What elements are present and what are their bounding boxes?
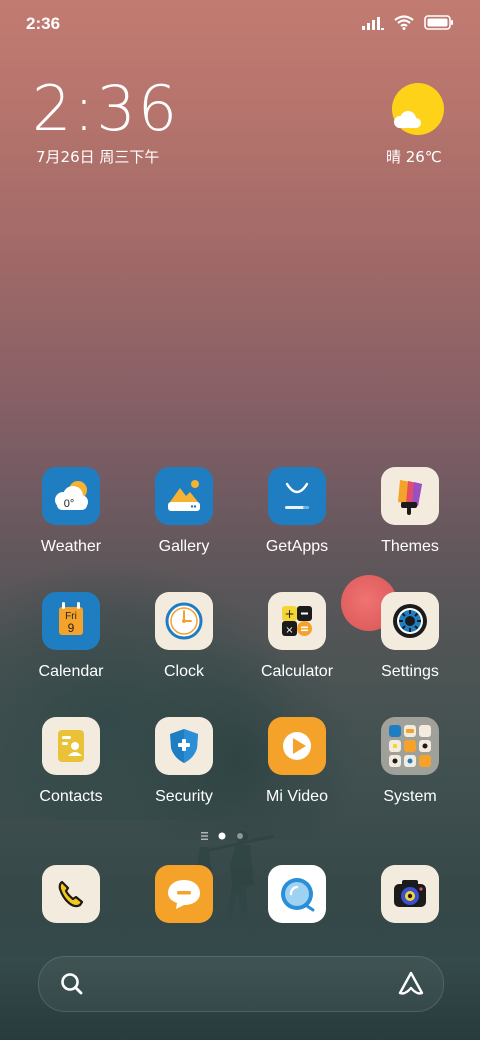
- app-clock[interactable]: Clock: [136, 592, 232, 702]
- signal-icon: [362, 16, 384, 30]
- weather-icon: 0°: [42, 467, 100, 525]
- page-indicator[interactable]: [200, 830, 280, 842]
- security-icon: [155, 717, 213, 775]
- app-label: Calculator: [260, 663, 334, 680]
- svg-text:×: ×: [285, 625, 293, 636]
- calendar-icon-date: 9: [68, 621, 75, 635]
- app-label: System: [383, 788, 437, 805]
- gallery-icon: [155, 467, 213, 525]
- app-getapps[interactable]: GetApps: [249, 467, 345, 577]
- sun-cloud-icon[interactable]: [388, 82, 448, 142]
- svg-text:+: +: [284, 607, 294, 621]
- app-security[interactable]: Security: [136, 717, 232, 827]
- app-calculator[interactable]: + × Calculator: [249, 592, 345, 702]
- clock-widget-date[interactable]: 7月26日 周三下午: [36, 146, 159, 167]
- app-label: Settings: [381, 663, 439, 680]
- app-label: Security: [155, 788, 213, 805]
- wifi-icon: [394, 15, 414, 30]
- status-icons: [362, 15, 454, 30]
- page-dot-active: [218, 832, 226, 840]
- assistant-icon[interactable]: [397, 970, 425, 998]
- weather-widget-text[interactable]: 晴 26℃: [386, 146, 442, 167]
- app-label: Gallery: [158, 538, 210, 555]
- contacts-icon: [42, 717, 100, 775]
- getapps-icon: [268, 467, 326, 525]
- search-icon[interactable]: [59, 971, 85, 997]
- app-mi-video[interactable]: Mi Video: [249, 717, 345, 827]
- clock-icon: [155, 592, 213, 650]
- app-themes[interactable]: Themes: [362, 467, 458, 577]
- dock-browser[interactable]: [268, 865, 326, 923]
- system-folder-icon: [381, 717, 439, 775]
- camera-icon: [394, 880, 426, 907]
- dock-phone[interactable]: [42, 865, 100, 923]
- calendar-icon: Fri 9: [42, 592, 100, 650]
- status-time: 2:36: [26, 14, 61, 33]
- phone-icon: [58, 880, 84, 908]
- calculator-icon: + ×: [268, 592, 326, 650]
- page-dot: [237, 833, 243, 839]
- app-label: Weather: [40, 538, 102, 555]
- home-screen: 2:36 2:36 7月26日 周三下午 晴 26℃ 0° Weather Ga…: [0, 0, 480, 1040]
- battery-icon: [424, 15, 453, 30]
- app-label: GetApps: [265, 538, 329, 555]
- browser-icon: [281, 878, 315, 912]
- mi-video-icon: [268, 717, 326, 775]
- dock-messages[interactable]: [155, 865, 213, 923]
- app-label: Themes: [381, 538, 439, 555]
- search-bar[interactable]: [38, 956, 444, 1012]
- app-label: Contacts: [39, 788, 103, 805]
- app-label: Mi Video: [266, 788, 328, 805]
- app-contacts[interactable]: Contacts: [23, 717, 119, 827]
- weather-icon-text: 0°: [64, 498, 75, 510]
- themes-icon: [381, 467, 439, 525]
- status-bar: 2:36: [0, 0, 480, 50]
- app-weather[interactable]: 0° Weather: [23, 467, 119, 577]
- clock-widget-time[interactable]: 2:36: [32, 72, 179, 145]
- app-system-folder[interactable]: System: [362, 717, 458, 827]
- dock-camera[interactable]: [381, 865, 439, 923]
- home-list-icon: [201, 832, 208, 840]
- app-calendar[interactable]: Fri 9 Calendar: [23, 592, 119, 702]
- app-settings[interactable]: Settings: [362, 592, 458, 702]
- settings-icon: [381, 592, 439, 650]
- app-gallery[interactable]: Gallery: [136, 467, 232, 577]
- messages-icon: [168, 880, 200, 909]
- app-label: Calendar: [38, 663, 104, 680]
- app-label: Clock: [163, 663, 204, 680]
